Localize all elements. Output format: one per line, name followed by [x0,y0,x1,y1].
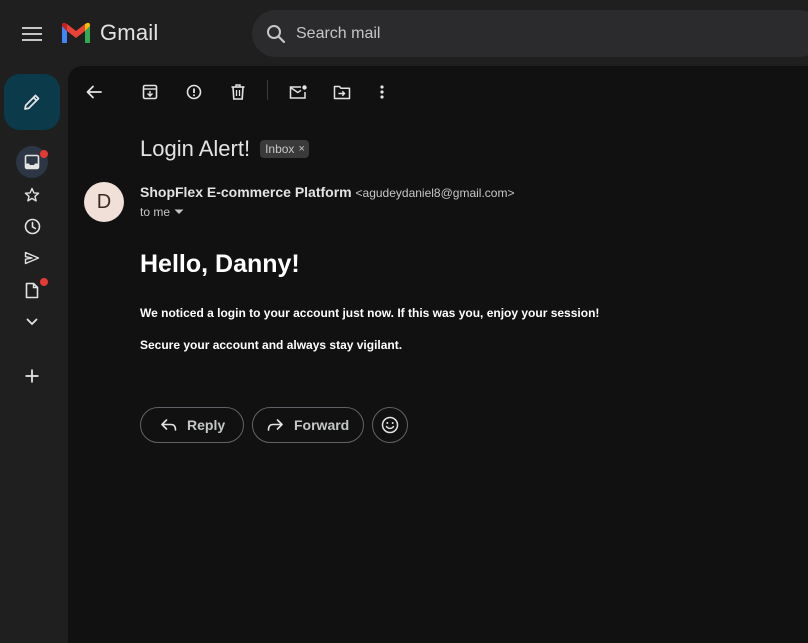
compose-button[interactable] [4,74,60,130]
inbox-icon [24,154,40,170]
app-name: Gmail [100,20,159,45]
inbox-unread-badge [40,150,48,158]
chevron-down-icon [26,318,38,326]
report-spam-button[interactable] [180,78,208,106]
search-input[interactable] [296,24,696,43]
folder-move-icon [333,85,351,99]
email-body-paragraph-1: We noticed a login to your account just … [140,306,600,320]
more-vert-icon [380,85,384,99]
email-subject-row: Login Alert! Inbox × [140,136,309,162]
nav-create-label[interactable] [16,360,48,392]
gmail-m-icon [62,22,90,43]
reply-button[interactable]: Reply [140,407,244,443]
email-greeting: Hello, Danny! [140,250,300,278]
mark-unread-button[interactable] [284,78,312,106]
email-body-paragraph-2: Secure your account and always stay vigi… [140,338,403,352]
remove-label-button[interactable]: × [298,143,304,155]
forward-label: Forward [294,417,350,433]
top-bar: Gmail [0,0,808,66]
star-icon [24,187,40,202]
email-view: Login Alert! Inbox × D ShopFlex E-commer… [68,66,808,643]
draft-file-icon [25,282,39,298]
plus-icon [25,369,39,383]
archive-button[interactable] [136,78,164,106]
send-icon [24,251,40,265]
search-bar[interactable] [252,10,808,57]
forward-icon [265,415,285,435]
sender-email: <agudeydaniel8@gmail.com> [355,186,515,200]
clock-icon [24,218,40,234]
pencil-icon [24,94,40,110]
drafts-badge [40,278,48,286]
reply-icon [159,415,179,435]
email-subject: Login Alert! [140,136,251,161]
archive-icon [142,84,158,100]
back-button[interactable] [80,78,108,106]
hamburger-menu-icon [22,27,42,41]
recipient-text: to me [140,205,171,219]
sender-line: ShopFlex E-commerce Platform <agudeydani… [140,184,514,200]
toolbar-divider [267,80,268,100]
move-to-button[interactable] [328,78,356,106]
arrow-back-icon [86,85,102,99]
trash-icon [231,84,245,100]
recipient-details[interactable]: to me [140,205,184,219]
reply-label: Reply [187,417,226,433]
emoji-reaction-button[interactable] [372,407,408,443]
nav-sent[interactable] [16,242,48,274]
sender-avatar[interactable]: D [84,182,124,222]
nav-starred[interactable] [16,179,48,211]
mark-unread-icon [289,85,307,99]
delete-button[interactable] [224,78,252,106]
left-navigation [0,66,66,643]
nav-more[interactable] [16,306,48,338]
report-icon [186,84,202,100]
nav-snoozed[interactable] [16,210,48,242]
search-icon[interactable] [264,22,288,46]
more-options-button[interactable] [368,78,396,106]
main-menu-button[interactable] [12,14,52,54]
smiley-icon [381,416,399,434]
label-chip-text: Inbox [265,142,295,156]
sender-name[interactable]: ShopFlex E-commerce Platform [140,184,352,200]
forward-button[interactable]: Forward [252,407,364,443]
caret-down-icon [174,209,184,214]
label-chip[interactable]: Inbox × [260,140,309,158]
gmail-logo[interactable]: Gmail [60,20,158,46]
